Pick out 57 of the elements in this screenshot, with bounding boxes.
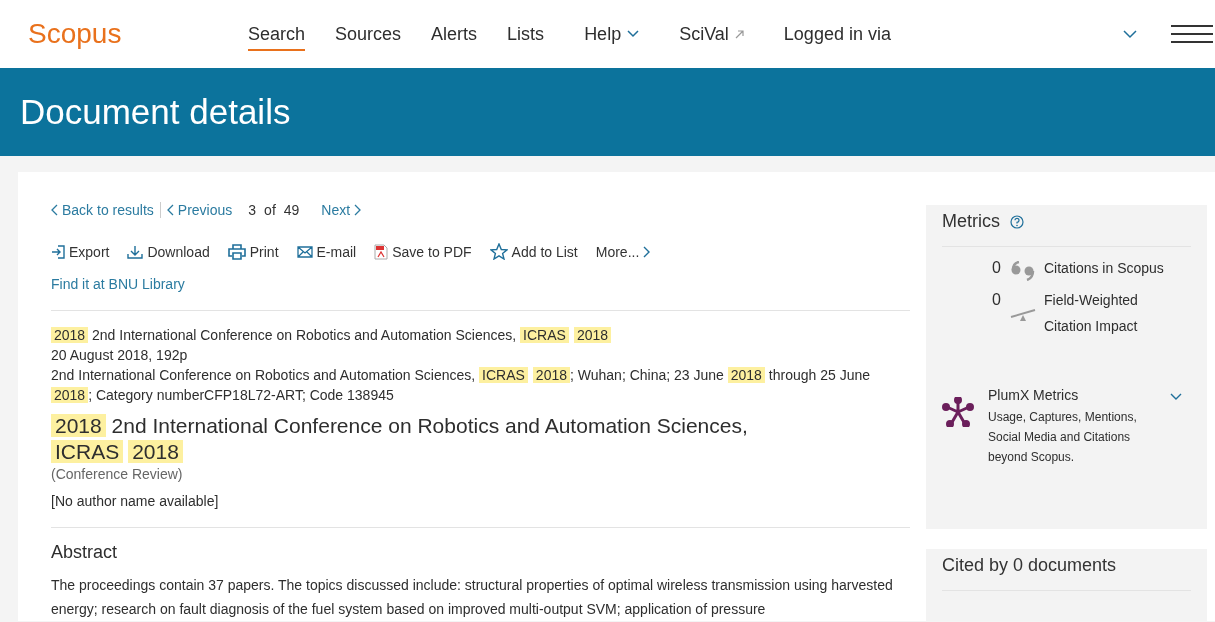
nav-link[interactable]: SciVal (679, 17, 744, 51)
chevron-right-icon (354, 204, 362, 216)
panel-title: Cited by 0 documents (942, 555, 1118, 576)
action-button[interactable]: Export (51, 243, 110, 260)
abstract-text: The proceedings contain 37 papers. The topics discussed include: structural properties of optimal wireless transmission using harvested energy; research on fault diagnosis of the fuel system based on improved multi-output SVM; application of pressure (51, 576, 894, 619)
section-heading: Abstract (51, 542, 119, 563)
panel-title: Metrics (942, 211, 1000, 232)
envelope-icon (296, 245, 313, 258)
chevron-left-icon (166, 204, 174, 216)
chevron-right-icon (643, 245, 651, 258)
nav-link[interactable]: Logged in via (783, 17, 891, 51)
star-icon (489, 243, 508, 260)
action-button[interactable]: Add to List (489, 243, 578, 260)
metric-value: 0 (992, 291, 1002, 309)
result-position: 3 (248, 202, 257, 218)
back-to-results-link[interactable]: Back to results (51, 202, 161, 218)
chevron-left-icon (51, 204, 58, 216)
nav-link[interactable]: Sources (335, 17, 402, 51)
download-icon (127, 244, 144, 259)
action-button[interactable]: Print (227, 243, 279, 260)
action-button[interactable]: E-mail (296, 243, 357, 260)
chevron-down-icon (1123, 29, 1137, 39)
result-total: 49 (283, 202, 300, 218)
document-type: (Conference Review) (51, 465, 184, 483)
nav-link[interactable]: Help (584, 17, 640, 51)
printer-icon (227, 243, 246, 260)
more-button[interactable]: More... (595, 243, 651, 260)
chevron-down-icon (627, 30, 640, 38)
next-link[interactable]: Next (321, 202, 362, 218)
chevron-down-icon[interactable] (1170, 393, 1182, 401)
of-label: of (264, 202, 276, 218)
metric-value: 0 (992, 259, 1002, 277)
document-title: 2018 2nd International Conference on Robotics and Automation Sciences, ICRAS 2018 (51, 413, 871, 465)
nav-link[interactable]: Alerts (431, 17, 478, 51)
action-button[interactable]: Download (127, 243, 210, 260)
export-icon (51, 244, 65, 259)
library-link[interactable]: Find it at BNU Library (51, 276, 910, 292)
nav-link[interactable]: Lists (507, 17, 545, 51)
plumx-description: Usage, Captures, Mentions, Social Media and Citations beyond Scopus. (988, 409, 1138, 466)
source-info-line: 2018 2nd International Conference on Robotics and Automation Sciences, ICRAS 2018 (51, 325, 910, 345)
author-list: [No author name available] (51, 493, 910, 509)
page-title: Document details (20, 92, 291, 132)
arrow-up-right-icon (734, 29, 744, 39)
metric-label: Field-Weighted Citation Impact (1044, 291, 1139, 336)
source-info-line: 2nd International Conference on Robotics and Automation Sciences, ICRAS 2018 ; Wuhan; China; 23 June 2018 through 25 June 2018 ; Category numberCFP18L72-ART; Code 138945 (51, 366, 871, 405)
quote-icon (1010, 261, 1036, 281)
pdf-file-icon (374, 243, 389, 260)
metric-label: Citations in Scopus (1044, 259, 1164, 278)
action-button[interactable]: Save to PDF (374, 243, 472, 260)
menu-icon (1171, 25, 1213, 43)
seesaw-icon (1010, 307, 1036, 323)
asterisk-icon (942, 397, 974, 427)
help-icon (1010, 214, 1024, 229)
source-info-line: 20 August 2018, 192p (51, 346, 189, 365)
plumx-title: PlumX Metrics (988, 387, 1080, 403)
previous-link[interactable]: Previous (166, 202, 233, 218)
nav-link[interactable]: Search (248, 17, 306, 51)
